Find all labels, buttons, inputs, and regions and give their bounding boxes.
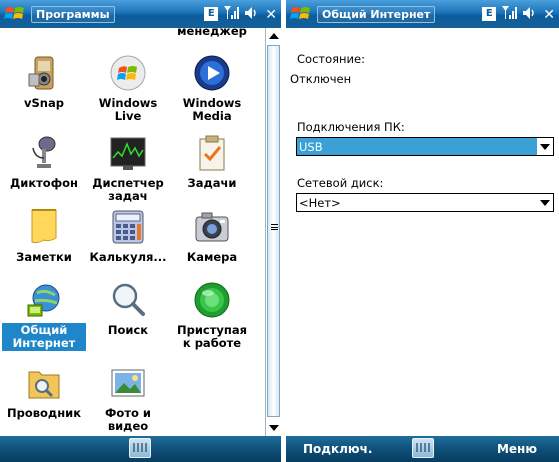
signal-icon[interactable] [223, 5, 240, 23]
vertical-scrollbar[interactable] [265, 28, 281, 436]
program-calculator[interactable]: Калькуля... [86, 208, 170, 265]
program-photos-videos[interactable]: Фото и видео [86, 364, 170, 434]
program-explorer[interactable]: Проводник [2, 364, 86, 421]
window-title: Общий Интернет [317, 5, 436, 23]
network-card-label: Сетевой диск: [297, 176, 384, 190]
programs-screen: Программы E ✕ менеджер vSnap Windows Liv… [0, 0, 281, 462]
chevron-down-icon[interactable] [537, 194, 553, 211]
tasks-clipboard-icon [193, 134, 231, 172]
soft-key-bar: Подключ. Меню [286, 436, 559, 462]
program-getting-started[interactable]: Приступая к работе [170, 281, 254, 351]
photos-videos-icon [109, 364, 147, 402]
camera-icon [193, 208, 231, 246]
program-windows-live[interactable]: Windows Live [86, 54, 170, 124]
notes-icon [25, 208, 63, 246]
status-value: Отключен [290, 72, 352, 86]
close-icon[interactable]: ✕ [265, 6, 277, 23]
status-label: Состояние: [297, 52, 365, 66]
internet-sharing-icon [25, 281, 63, 319]
program-task-manager[interactable]: Диспетчер задач [86, 134, 170, 204]
internet-sharing-screen: Общий Интернет E ✕ Состояние: Отключен П… [286, 0, 559, 462]
partial-program-label: менеджер [177, 28, 247, 38]
calculator-icon [109, 208, 147, 246]
program-vsnap[interactable]: vSnap [2, 54, 86, 111]
program-grid: менеджер vSnap Windows Live Windows Medi… [0, 28, 265, 436]
connect-softkey[interactable]: Подключ. [303, 442, 372, 456]
status-icons: E ✕ [204, 5, 277, 23]
vsnap-icon [25, 54, 63, 92]
program-internet-sharing[interactable]: Общий Интернет [2, 281, 86, 351]
menu-softkey[interactable]: Меню [497, 442, 537, 456]
getting-started-icon [193, 281, 231, 319]
e-icon: E [204, 7, 219, 21]
status-icons: E ✕ [482, 5, 555, 23]
pc-connection-label: Подключения ПК: [297, 120, 405, 134]
scroll-up-arrow-icon[interactable] [266, 28, 281, 44]
keyboard-icon[interactable] [412, 438, 434, 458]
program-camera[interactable]: Камера [170, 208, 254, 265]
chevron-down-icon[interactable] [537, 138, 553, 155]
e-icon: E [482, 7, 497, 21]
soft-key-bar [0, 436, 281, 462]
scroll-thumb[interactable] [267, 45, 280, 417]
keyboard-icon[interactable] [129, 438, 151, 458]
start-flag-icon[interactable] [3, 3, 27, 25]
program-tasks[interactable]: Задачи [170, 134, 254, 191]
task-manager-icon [109, 134, 147, 172]
start-flag-icon[interactable] [289, 3, 313, 25]
pc-connection-dropdown[interactable]: USB [296, 137, 554, 156]
network-card-dropdown[interactable]: <Нет> [296, 193, 554, 212]
close-icon[interactable]: ✕ [543, 6, 555, 23]
title-bar: Программы E ✕ [0, 0, 281, 28]
title-bar: Общий Интернет E ✕ [286, 0, 559, 28]
volume-icon[interactable] [244, 6, 258, 23]
windows-media-icon [193, 54, 231, 92]
program-dictophone[interactable]: Диктофон [2, 134, 86, 191]
pc-connection-value: USB [299, 140, 323, 154]
scroll-grip-icon [271, 224, 278, 230]
signal-icon[interactable] [501, 5, 518, 23]
windows-live-icon [109, 54, 147, 92]
sharing-form: Состояние: Отключен Подключения ПК: USB … [286, 28, 559, 436]
program-search[interactable]: Поиск [86, 281, 170, 338]
microphone-icon [25, 134, 63, 172]
magnifier-icon [109, 281, 147, 319]
volume-icon[interactable] [522, 6, 536, 23]
window-title: Программы [31, 5, 115, 23]
explorer-icon [25, 364, 63, 402]
program-windows-media[interactable]: Windows Media [170, 54, 254, 124]
network-card-value: <Нет> [299, 196, 341, 210]
program-notes[interactable]: Заметки [2, 208, 86, 265]
scroll-down-arrow-icon[interactable] [266, 420, 281, 436]
